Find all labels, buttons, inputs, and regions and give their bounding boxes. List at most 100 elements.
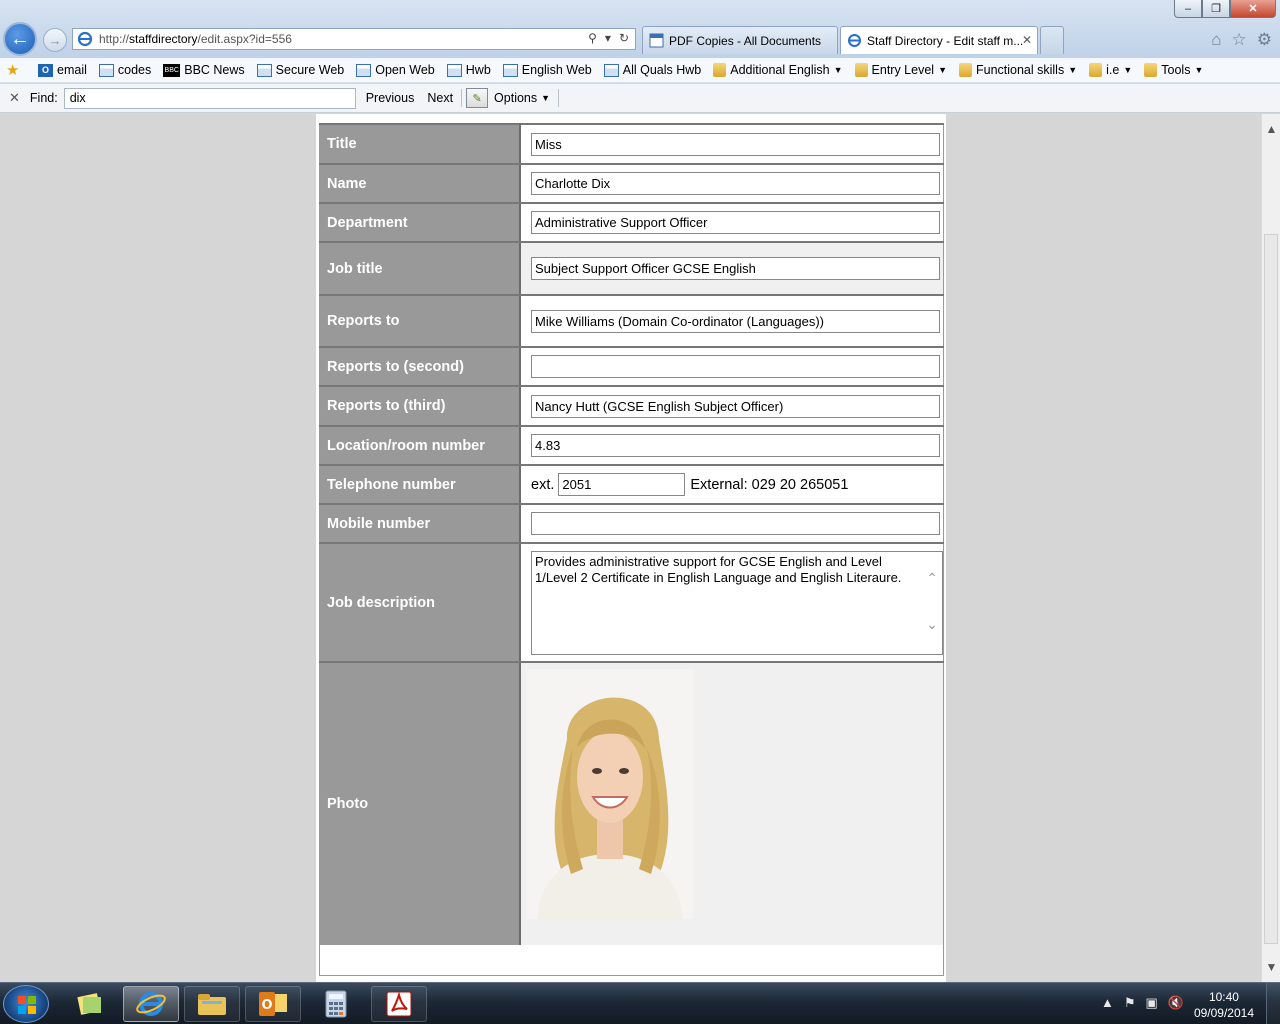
form-row-department: Department — [319, 203, 944, 243]
taskbar-internet-explorer[interactable] — [123, 986, 179, 1022]
windows-logo-icon — [18, 996, 36, 1014]
edit-staff-page: Title Name Department Job title Reports … — [316, 114, 946, 982]
job-description-textarea[interactable]: Provides administrative support for GCSE… — [531, 550, 943, 655]
outlook-icon: O — [38, 63, 53, 77]
favorites-star-icon[interactable]: ☆ — [1232, 30, 1247, 50]
find-previous-button[interactable]: Previous — [366, 91, 415, 105]
dropdown-icon[interactable]: ▾ — [605, 31, 611, 45]
chevron-down-icon: ▼ — [1123, 65, 1133, 75]
reports-to-second-field[interactable] — [531, 355, 940, 378]
tab-label: PDF Copies - All Documents — [669, 33, 822, 48]
extension-field[interactable] — [558, 473, 686, 496]
page-viewport: Title Name Department Job title Reports … — [0, 114, 1261, 982]
browser-chrome: – ❐ ✕ ← → http://staffdirectory/edit.asp… — [0, 0, 1280, 58]
favorite-bbc-news[interactable]: BBC BBC News — [163, 63, 245, 77]
telephone-group: ext. External: 029 20 265051 — [531, 473, 943, 496]
page-icon — [356, 63, 372, 77]
tab-staff-directory[interactable]: Staff Directory - Edit staff m... ✕ — [840, 26, 1038, 54]
form-row-mobile: Mobile number — [319, 504, 944, 544]
search-icon[interactable]: ⚲ — [588, 31, 597, 45]
taskbar-clock[interactable]: 10:40 09/09/2014 — [1194, 989, 1254, 1021]
action-center-flag-icon[interactable]: ⚑ — [1124, 995, 1136, 1011]
favorite-secure-web[interactable]: Secure Web — [256, 63, 344, 77]
title-field[interactable] — [531, 132, 940, 156]
favorite-email[interactable]: O email — [38, 63, 87, 77]
favorite-hwb[interactable]: Hwb — [446, 63, 491, 77]
favorite-folder-additional-english[interactable]: Additional English ▼ — [713, 63, 843, 77]
chevron-down-icon[interactable]: ⌄ — [926, 616, 938, 632]
divider — [461, 89, 463, 107]
chevron-down-icon[interactable]: ▼ — [541, 93, 550, 103]
reports-to-third-field[interactable] — [531, 394, 940, 418]
volume-muted-icon[interactable]: 🔇 — [1168, 995, 1184, 1011]
chevron-up-icon[interactable]: ⌃ — [926, 570, 938, 586]
clock-time: 10:40 — [1208, 990, 1239, 1004]
highlight-icon[interactable]: ✎ — [466, 88, 489, 108]
find-next-button[interactable]: Next — [427, 91, 453, 105]
taskbar-file-explorer[interactable] — [184, 986, 240, 1022]
address-bar[interactable]: http://staffdirectory/edit.aspx?id=556 ⚲… — [72, 28, 636, 50]
external-number: External: 029 20 265051 — [690, 476, 849, 493]
minimize-button[interactable]: – — [1174, 0, 1202, 18]
home-icon[interactable]: ⌂ — [1211, 30, 1221, 50]
staff-photo — [527, 669, 693, 919]
restore-button[interactable]: ❐ — [1202, 0, 1230, 18]
refresh-icon[interactable]: ↻ — [619, 31, 629, 45]
chevron-down-icon: ▼ — [938, 65, 947, 75]
scrollbar-thumb[interactable] — [1264, 234, 1278, 944]
vertical-scrollbar[interactable]: ▲ ▼ — [1261, 114, 1280, 982]
favorite-folder-tools[interactable]: Tools ▼ — [1144, 63, 1203, 77]
taskbar-adobe-reader[interactable] — [371, 986, 427, 1022]
edit-staff-form: Title Name Department Job title Reports … — [319, 123, 944, 947]
favorite-folder-ie[interactable]: i.e ▼ — [1089, 63, 1132, 77]
gear-icon[interactable]: ⚙ — [1257, 30, 1272, 50]
chevron-up-icon[interactable]: ▲ — [1262, 122, 1280, 136]
favorite-folder-functional-skills[interactable]: Functional skills ▼ — [958, 63, 1077, 77]
close-window-button[interactable]: ✕ — [1230, 0, 1276, 18]
close-find-icon[interactable]: ✕ — [9, 90, 20, 106]
location-field[interactable] — [531, 434, 940, 457]
new-tab-button[interactable] — [1040, 26, 1064, 54]
show-hidden-icons-icon[interactable]: ▲ — [1101, 995, 1114, 1011]
page-icon — [446, 63, 462, 77]
ie-page-icon — [77, 31, 93, 47]
network-icon[interactable]: ▣ — [1146, 995, 1158, 1011]
start-button[interactable] — [3, 985, 49, 1023]
folder-icon — [713, 63, 727, 77]
show-desktop-button[interactable] — [1266, 983, 1280, 1024]
ie-page-icon — [848, 34, 861, 47]
taskbar-outlook[interactable]: O — [245, 986, 301, 1022]
arrow-left-icon: ← — [10, 27, 30, 50]
forward-button[interactable]: → — [43, 28, 67, 52]
department-label: Department — [319, 203, 521, 243]
name-field[interactable] — [531, 172, 940, 195]
department-field[interactable] — [531, 211, 940, 234]
reports-to-field[interactable] — [531, 309, 940, 333]
tab-pdf-copies[interactable]: PDF Copies - All Documents — [642, 26, 838, 54]
favorite-english-web[interactable]: English Web — [502, 63, 592, 77]
back-button[interactable]: ← — [3, 22, 37, 56]
mobile-field[interactable] — [531, 512, 940, 535]
folder-icon — [854, 63, 868, 77]
reports-to-label: Reports to — [319, 295, 521, 348]
form-row-reports-to: Reports to — [319, 295, 944, 348]
close-tab-icon[interactable]: ✕ — [1022, 33, 1032, 47]
favorite-codes[interactable]: codes — [98, 63, 151, 77]
add-favorites-button[interactable]: ★ — [6, 63, 26, 78]
find-input[interactable] — [63, 87, 356, 109]
job-description-text: Provides administrative support for GCSE… — [535, 553, 902, 585]
form-row-name: Name — [319, 164, 944, 204]
chevron-down-icon[interactable]: ▼ — [1262, 960, 1280, 974]
taskbar-calculator[interactable] — [308, 986, 364, 1022]
arrow-right-icon: → — [48, 32, 62, 48]
page-icon — [603, 63, 619, 77]
find-options-button[interactable]: Options — [494, 91, 537, 105]
taskbar-sticky-notes[interactable] — [62, 986, 118, 1022]
calculator-icon — [325, 990, 347, 1018]
divider — [558, 89, 560, 107]
favorite-open-web[interactable]: Open Web — [356, 63, 435, 77]
favorite-folder-entry-level[interactable]: Entry Level ▼ — [854, 63, 947, 77]
sharepoint-icon — [649, 33, 664, 48]
favorite-all-quals-hwb[interactable]: All Quals Hwb — [603, 63, 701, 77]
job-title-field[interactable] — [531, 257, 940, 280]
